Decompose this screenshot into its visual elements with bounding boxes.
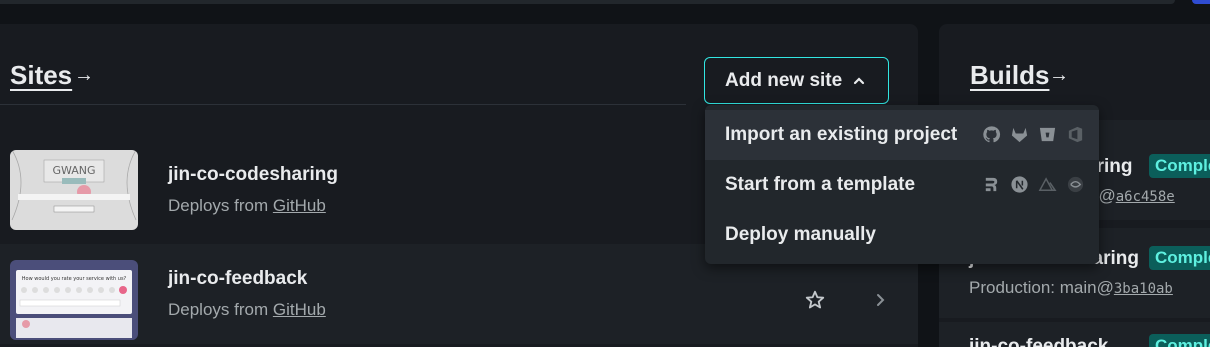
github-link[interactable]: GitHub: [273, 196, 326, 215]
deploys-from-label: Deploys from: [168, 196, 269, 215]
builds-title-link[interactable]: Builds: [970, 60, 1049, 91]
site-name[interactable]: jin-co-feedback: [168, 268, 307, 290]
github-link[interactable]: GitHub: [273, 300, 326, 319]
build-site-name: jin-co-feedback: [969, 336, 1109, 347]
astro-icon: [1067, 176, 1084, 193]
site-deploy-info: Deploys from GitHub: [168, 300, 326, 320]
thumb-heading: How would you rate your service with us?: [22, 276, 127, 282]
star-icon[interactable]: [804, 289, 826, 311]
add-new-site-button[interactable]: Add new site: [704, 57, 889, 104]
chevron-right-icon[interactable]: [873, 293, 887, 307]
sites-divider: [0, 104, 686, 105]
build-context: Production:: [969, 278, 1055, 297]
status-badge: Comple: [1149, 246, 1210, 270]
status-badge: Comple: [1149, 154, 1210, 178]
commit-link[interactable]: a6c458e: [1116, 189, 1175, 205]
github-icon: [983, 126, 1001, 143]
bitbucket-icon: [1039, 127, 1056, 142]
status-badge: Comple: [1149, 334, 1210, 347]
add-site-dropdown-menu: Import an existing project Start from a …: [705, 105, 1099, 264]
menu-item-label: Deploy manually: [725, 224, 876, 245]
deploys-from-label: Deploys from: [168, 300, 269, 319]
add-new-site-label: Add new site: [725, 69, 843, 91]
top-accent: [1192, 0, 1210, 4]
at-symbol: @: [1096, 278, 1114, 297]
gitlab-icon: [1011, 127, 1028, 143]
nuxt-icon: [1038, 177, 1057, 191]
thumb-title: GWANG: [52, 164, 95, 177]
chevron-up-icon: [854, 76, 865, 84]
remix-icon: [985, 177, 998, 192]
build-detail: Production: main@3ba10ab: [969, 278, 1173, 298]
commit-link[interactable]: 3ba10ab: [1114, 281, 1173, 297]
menu-item-deploy-manually[interactable]: Deploy manually: [705, 210, 1099, 260]
site-deploy-info: Deploys from GitHub: [168, 196, 326, 216]
build-branch: main: [1059, 278, 1097, 297]
build-detail: n@a6c458e: [1089, 186, 1175, 206]
top-strip: [0, 0, 1175, 4]
sites-arrow-icon[interactable]: →: [74, 64, 94, 87]
site-thumbnail: GWANG: [10, 150, 138, 230]
menu-item-start-template[interactable]: Start from a template: [705, 160, 1099, 210]
builds-arrow-icon[interactable]: →: [1049, 64, 1069, 87]
site-name[interactable]: jin-co-codesharing: [168, 164, 338, 186]
sites-title-link[interactable]: Sites: [10, 60, 72, 91]
nextjs-icon: [1011, 176, 1028, 193]
azure-devops-icon: [1068, 126, 1083, 143]
menu-item-label: Start from a template: [725, 174, 916, 195]
site-thumbnail: How would you rate your service with us?: [10, 260, 138, 340]
menu-item-label: Import an existing project: [725, 124, 958, 145]
build-item[interactable]: jin-co-feedback Comple: [939, 322, 1210, 347]
menu-item-import-project[interactable]: Import an existing project: [705, 110, 1099, 160]
